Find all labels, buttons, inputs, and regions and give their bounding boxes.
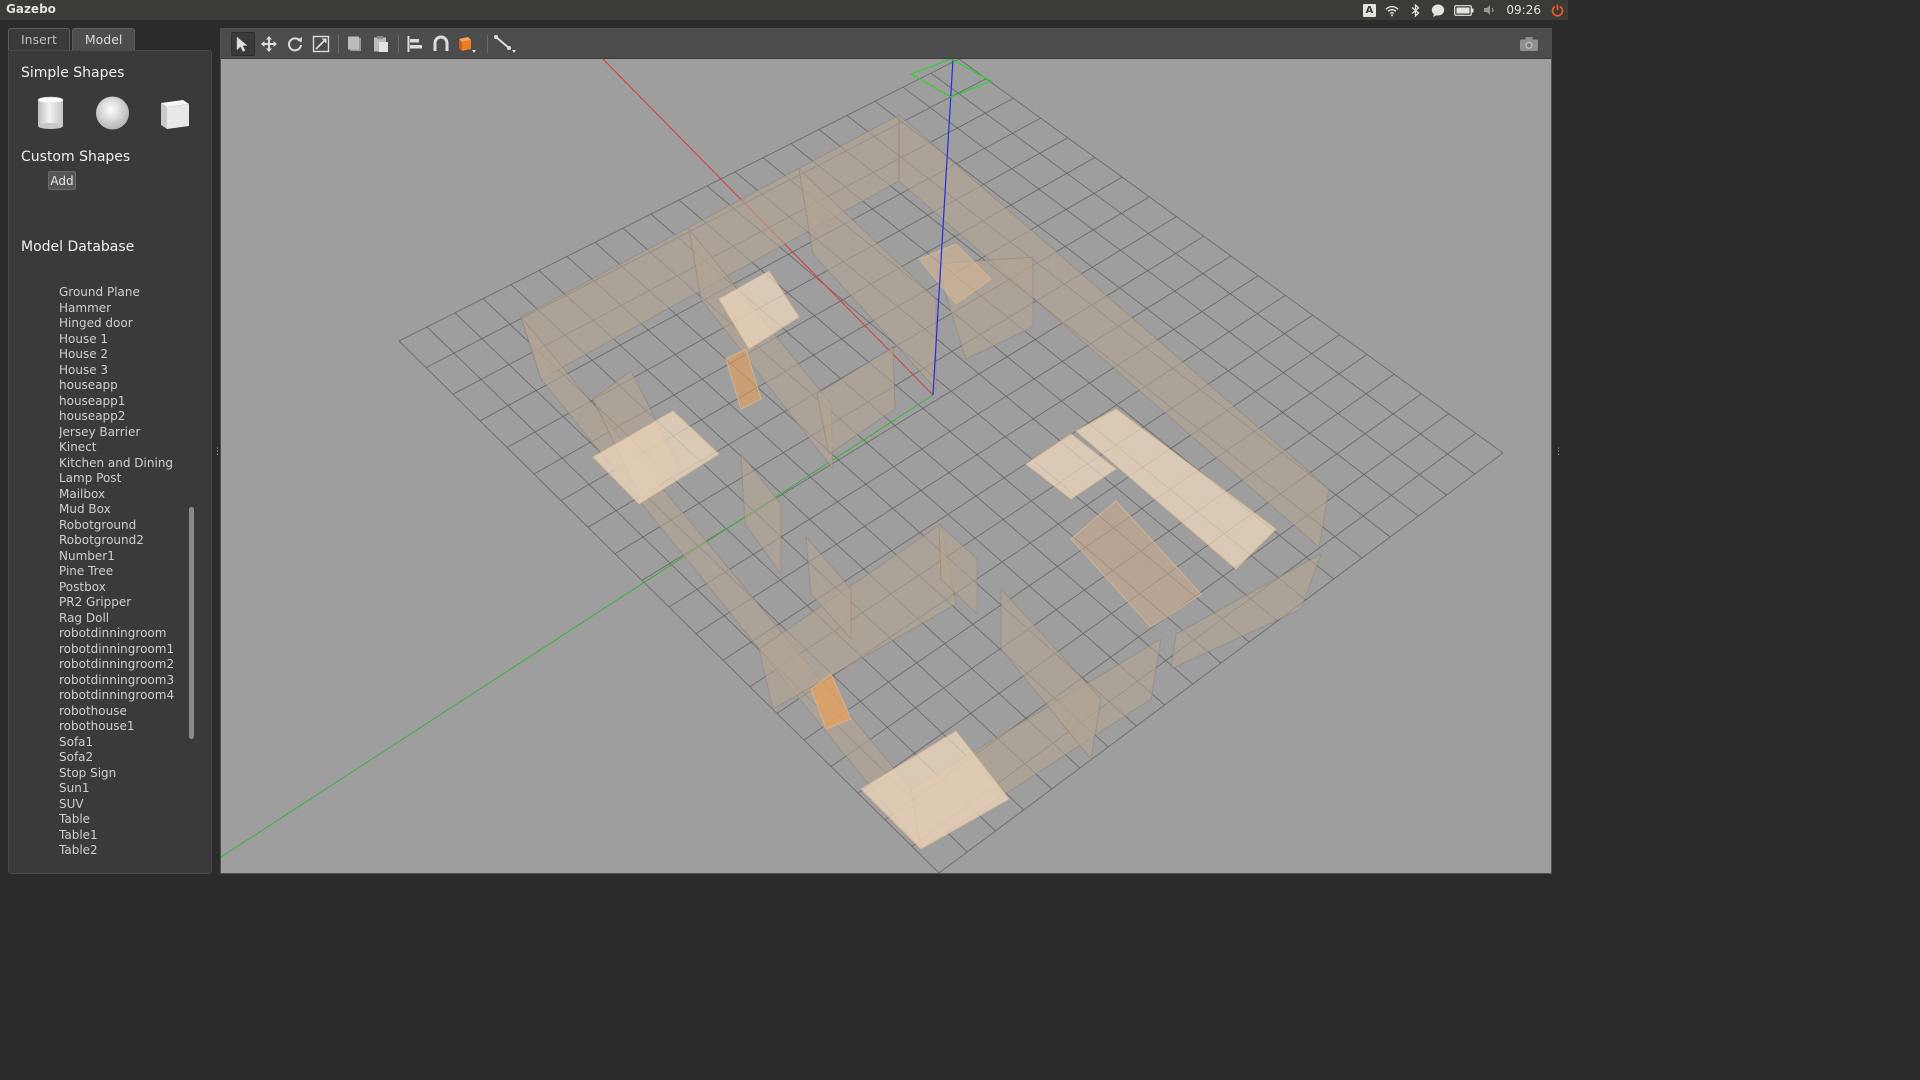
model-list-item[interactable]: House 3 <box>59 363 189 379</box>
model-list-item[interactable]: Lamp Post <box>59 471 189 487</box>
toolbar-separator <box>487 35 488 53</box>
model-list-item[interactable]: Ground Plane <box>59 285 189 301</box>
paste-tool[interactable] <box>369 32 393 56</box>
model-database-title: Model Database <box>21 239 135 255</box>
model-list-item[interactable]: robothouse1 <box>59 719 189 735</box>
rotate-tool[interactable] <box>283 32 307 56</box>
wifi-icon[interactable] <box>1385 3 1399 17</box>
model-list-item[interactable]: Hinged door <box>59 316 189 332</box>
cylinder-icon[interactable] <box>33 95 68 131</box>
tab-insert[interactable]: Insert <box>8 28 70 50</box>
simple-shapes-list <box>33 95 192 131</box>
model-list-item[interactable]: Postbox <box>59 580 189 596</box>
ruler-line-icon <box>494 35 516 53</box>
model-list-item[interactable]: robotdinningroom1 <box>59 642 189 658</box>
model-list-item[interactable]: Mud Box <box>59 502 189 518</box>
power-icon[interactable] <box>1550 3 1564 17</box>
messaging-icon[interactable] <box>1431 3 1445 17</box>
render-viewport[interactable] <box>220 28 1552 874</box>
model-list-scrollbar[interactable] <box>189 507 194 739</box>
snap-tool[interactable] <box>429 32 453 56</box>
model-list-item[interactable]: PR2 Gripper <box>59 595 189 611</box>
model-list-item[interactable]: Mailbox <box>59 487 189 503</box>
inner-wall-lower <box>758 523 957 710</box>
model-list-item[interactable]: House 1 <box>59 332 189 348</box>
model-list-item[interactable]: Kinect <box>59 440 189 456</box>
paste-icon <box>374 36 388 52</box>
model-list-item[interactable]: robotdinningroom4 <box>59 688 189 704</box>
model-list-item[interactable]: robotdinningroom2 <box>59 657 189 673</box>
sphere-icon[interactable] <box>95 95 130 131</box>
model-list-item[interactable]: Table1 <box>59 828 189 844</box>
model-list-item[interactable]: Rag Doll <box>59 611 189 627</box>
model-list-item[interactable]: Sofa1 <box>59 735 189 751</box>
model-list-item[interactable]: Pine Tree <box>59 564 189 580</box>
arrow-cursor-icon <box>236 36 248 52</box>
add-custom-shape-button[interactable]: Add <box>48 171 76 190</box>
left-panel: Insert Model Simple Shapes Custom Shapes… <box>8 28 212 874</box>
camera-icon <box>1520 37 1538 51</box>
model-list-item[interactable]: robotdinningroom3 <box>59 673 189 689</box>
orange-cube-icon <box>459 37 476 53</box>
insert-panel: Simple Shapes Custom Shapes Add .... Mod… <box>8 50 212 874</box>
model-list-item[interactable]: houseapp1 <box>59 394 189 410</box>
align-tool[interactable] <box>403 32 427 56</box>
clock[interactable]: 09:26 <box>1506 3 1541 17</box>
inner-wall-bedroom <box>816 346 896 455</box>
right-splitter-handle[interactable]: ⋮ <box>1554 447 1563 457</box>
toolbar-separator <box>398 35 399 53</box>
align-icon <box>407 36 422 52</box>
battery-icon[interactable] <box>1454 3 1474 17</box>
model-list-item[interactable]: robotdinningroom <box>59 626 189 642</box>
translate-tool[interactable] <box>257 32 281 56</box>
model-list-item[interactable]: Robotground <box>59 518 189 534</box>
keyboard-layout-label: A <box>1362 3 1376 17</box>
model-list-item[interactable]: House 2 <box>59 347 189 363</box>
system-top-bar: Gazebo A 09:26 <box>0 0 1568 20</box>
model-list-item[interactable]: Robotground2 <box>59 533 189 549</box>
model-list-item[interactable]: Sun1 <box>59 781 189 797</box>
move-arrows-icon <box>261 36 277 52</box>
model-list-item[interactable]: Table <box>59 812 189 828</box>
model-list-item[interactable]: houseapp <box>59 378 189 394</box>
model-list-item[interactable]: houseapp2 <box>59 409 189 425</box>
panel-tabs: Insert Model <box>8 28 136 50</box>
custom-shapes-title: Custom Shapes <box>21 149 131 165</box>
box-icon[interactable] <box>157 95 192 131</box>
model-list-item[interactable]: Stop Sign <box>59 766 189 782</box>
model-list-item[interactable]: Number1 <box>59 549 189 565</box>
model-list-item[interactable]: Table2 <box>59 843 189 859</box>
keyboard-layout-icon[interactable]: A <box>1362 3 1376 17</box>
3d-scene[interactable] <box>221 59 1551 873</box>
inner-wall-room-divider <box>688 227 834 471</box>
copy-tool[interactable] <box>343 32 367 56</box>
view-angle-tool[interactable] <box>455 32 479 56</box>
measure-tool[interactable] <box>493 32 517 56</box>
volume-icon[interactable] <box>1483 3 1497 17</box>
system-tray: A 09:26 <box>1362 0 1564 20</box>
viewport-toolbar <box>221 29 1551 59</box>
model-list-item[interactable]: Kitchen and Dining <box>59 456 189 472</box>
model-list-item[interactable]: robothouse <box>59 704 189 720</box>
select-tool[interactable] <box>231 32 255 56</box>
simple-shapes-title: Simple Shapes <box>21 65 125 81</box>
screenshot-button[interactable] <box>1517 32 1541 56</box>
tab-model[interactable]: Model <box>71 28 136 50</box>
rotate-icon <box>288 37 302 52</box>
model-list-item[interactable]: Telephone pole <box>59 859 189 860</box>
model-list-item[interactable]: SUV <box>59 797 189 813</box>
model-list-item[interactable]: Jersey Barrier <box>59 425 189 441</box>
toolbar-separator <box>338 35 339 53</box>
scale-tool[interactable] <box>309 32 333 56</box>
app-title: Gazebo <box>6 2 56 16</box>
model-database-list: Ground Plane Hammer Hinged door House 1 Hous… <box>59 285 189 859</box>
inner-wall-west-room <box>740 452 782 576</box>
bluetooth-icon[interactable] <box>1408 3 1422 17</box>
model-list-item[interactable]: Hammer <box>59 301 189 317</box>
magnet-icon <box>433 35 449 51</box>
outer-wall-southeast-b <box>1170 552 1322 670</box>
model-list-item[interactable]: Sofa2 <box>59 750 189 766</box>
scale-icon <box>312 35 330 53</box>
copy-icon <box>348 36 361 51</box>
